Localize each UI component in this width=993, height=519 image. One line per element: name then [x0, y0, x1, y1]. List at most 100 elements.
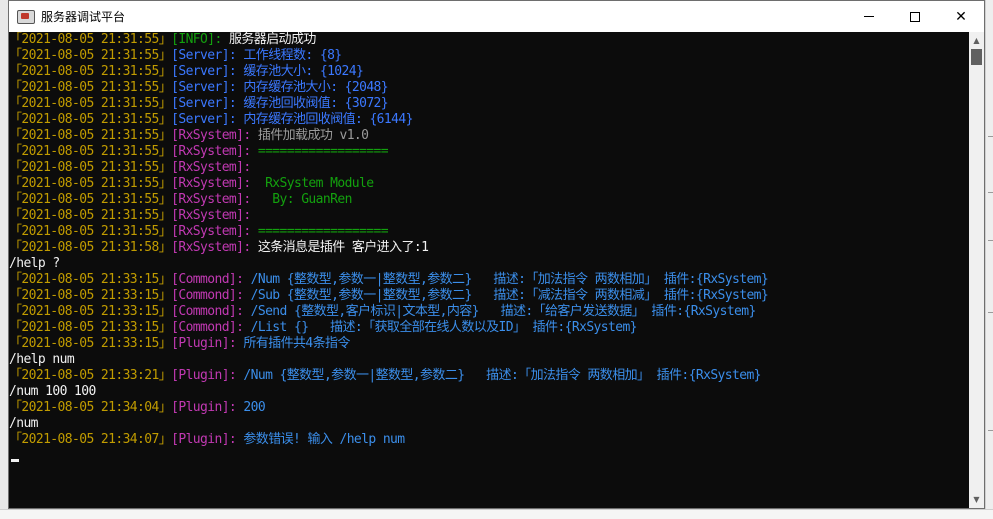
console-segment: 「2021-08-05 21:31:55」 — [9, 144, 172, 159]
console-line: /help num — [9, 352, 768, 368]
console-segment: 「2021-08-05 21:31:55」 — [9, 80, 172, 95]
console-segment: 「2021-08-05 21:33:15」 — [9, 288, 172, 303]
console-lines: 「2021-08-05 21:31:55」[INFO]: 服务器启动成功 「202… — [9, 32, 769, 448]
console-segment: /Num {整数型,参数一|整数型,参数二} 描述:「加法指令 两数相加」 插件… — [243, 368, 761, 383]
background-divider — [988, 430, 993, 431]
console-segment: [RxSystem]: — [171, 208, 258, 223]
console-segment: 内存缓存池大小: {2048} — [243, 80, 389, 95]
scroll-down-button[interactable]: ▼ — [969, 491, 984, 508]
console-line: 「2021-08-05 21:33:21」[Plugin]: /Num {整数型… — [9, 368, 768, 384]
console-segment: [RxSystem]: — [171, 192, 258, 207]
console-segment: /num 100 100 — [9, 384, 96, 399]
console-line: 「2021-08-05 21:31:55」[RxSystem]: =======… — [9, 224, 768, 240]
window-title: 服务器调试平台 — [41, 10, 126, 24]
console-segment: /Send {整数型,客户标识|文本型,内容} 描述:「给客户发送数据」 插件:… — [250, 304, 757, 319]
console-line: /help ? — [9, 256, 768, 272]
maximize-icon — [910, 11, 920, 22]
console-line: /num — [9, 416, 768, 432]
scroll-up-icon: ▲ — [973, 36, 980, 45]
console-line: 「2021-08-05 21:31:55」[RxSystem]: — [9, 160, 768, 176]
console-line: 「2021-08-05 21:31:55」[RxSystem]: By: Gua… — [9, 192, 768, 208]
console-segment: [Plugin]: — [171, 368, 244, 383]
console-segment: 参数错误! 输入 /help num — [243, 432, 405, 447]
maximize-button[interactable] — [892, 1, 938, 32]
console-segment: [Server]: — [171, 80, 244, 95]
console-line: 「2021-08-05 21:31:55」[Server]: 缓存池回收阀值: … — [9, 96, 768, 112]
console-segment: [Server]: — [171, 96, 244, 111]
vertical-scrollbar[interactable]: ▲ ▼ — [969, 32, 984, 508]
console-segment: 插件加载成功 v1.0 — [257, 128, 369, 143]
console-line: 「2021-08-05 21:31:55」[RxSystem]: =======… — [9, 144, 768, 160]
console-segment: [RxSystem]: — [171, 144, 258, 159]
minimize-button[interactable] — [846, 1, 892, 32]
console-segment: [RxSystem]: — [171, 176, 258, 191]
console-line: 「2021-08-05 21:34:04」[Plugin]: 200 — [9, 400, 768, 416]
console-segment: 「2021-08-05 21:33:15」 — [9, 272, 172, 287]
console-segment: 「2021-08-05 21:31:55」 — [9, 96, 172, 111]
console-segment: 「2021-08-05 21:34:04」 — [9, 400, 172, 415]
close-button[interactable]: ✕ — [938, 1, 984, 32]
console-segment: 「2021-08-05 21:33:15」 — [9, 304, 172, 319]
scrollbar-thumb[interactable] — [971, 49, 982, 65]
console-segment: 工作线程数: {8} — [243, 48, 342, 63]
console-segment: 「2021-08-05 21:31:55」 — [9, 208, 172, 223]
app-icon — [17, 9, 35, 24]
background-desktop-bottom — [0, 509, 993, 519]
background-desktop-right — [985, 0, 993, 519]
console-line: 「2021-08-05 21:31:55」[INFO]: 服务器启动成功 — [9, 32, 768, 48]
console-segment: [Plugin]: — [171, 400, 244, 415]
console-segment: [Server]: — [171, 48, 244, 63]
console-segment: ================== — [257, 144, 389, 159]
console-segment: 缓存池回收阀值: {3072} — [243, 96, 389, 111]
console-segment: [Plugin]: — [171, 432, 244, 447]
console-line: 「2021-08-05 21:33:15」[Commond]: /Num {整数… — [9, 272, 769, 288]
console-segment: [Commond]: — [171, 304, 251, 319]
console-segment: 「2021-08-05 21:31:55」 — [9, 112, 172, 127]
console-segment: ================== — [257, 224, 389, 239]
console-segment: [Commond]: — [171, 288, 251, 303]
console-segment: 「2021-08-05 21:31:55」 — [9, 192, 172, 207]
console-segment: [RxSystem]: — [171, 240, 258, 255]
console-line: 「2021-08-05 21:31:55」[RxSystem]: — [9, 208, 768, 224]
console-line: 「2021-08-05 21:31:55」[RxSystem]: RxSyste… — [9, 176, 768, 192]
window-controls: ✕ — [846, 1, 984, 32]
scroll-up-button[interactable]: ▲ — [969, 32, 984, 49]
console-output[interactable]: 「2021-08-05 21:31:55」[INFO]: 服务器启动成功 「202… — [9, 32, 969, 508]
scroll-down-icon: ▼ — [973, 495, 980, 504]
background-divider — [988, 240, 993, 241]
console-segment: /Sub {整数型,参数一|整数型,参数二} 描述:「减法指令 两数相减」 插件… — [250, 288, 769, 303]
console-segment: By: GuanRen — [257, 192, 352, 207]
console-segment: 缓存池大小: {1024} — [243, 64, 364, 79]
console-line: 「2021-08-05 21:33:15」[Commond]: /Sub {整数… — [9, 288, 769, 304]
console-segment: 「2021-08-05 21:33:21」 — [9, 368, 172, 383]
console-line: 「2021-08-05 21:31:55」[Server]: 缓存池大小: {1… — [9, 64, 768, 80]
console-segment: /num — [9, 416, 39, 431]
console-segment: 「2021-08-05 21:33:15」 — [9, 336, 172, 351]
close-icon: ✕ — [955, 8, 967, 25]
background-divider — [988, 312, 993, 313]
background-divider — [988, 136, 993, 137]
console-segment: /List {} 描述:「获取全部在线人数以及ID」 插件:{RxSystem} — [250, 320, 638, 335]
console-segment: /help num — [9, 352, 75, 367]
console-segment: [RxSystem]: — [171, 224, 258, 239]
title-bar[interactable]: 服务器调试平台 ✕ — [9, 1, 984, 32]
console-segment: 「2021-08-05 21:31:55」 — [9, 64, 172, 79]
console-segment: 「2021-08-05 21:31:55」 — [9, 160, 172, 175]
console-segment: [Commond]: — [171, 320, 251, 335]
console-line: /num 100 100 — [9, 384, 768, 400]
console-segment: [Commond]: — [171, 272, 251, 287]
minimize-icon — [864, 16, 874, 17]
background-divider — [988, 192, 993, 193]
console-segment: [INFO]: — [171, 32, 229, 47]
console-line: 「2021-08-05 21:33:15」[Commond]: /List {}… — [9, 320, 768, 336]
console-line: 「2021-08-05 21:31:58」[RxSystem]: 这条消息是插件… — [9, 240, 768, 256]
console-segment: 内存缓存池回收阀值: {6144} — [243, 112, 413, 127]
console-line: 「2021-08-05 21:33:15」[Commond]: /Send {整… — [9, 304, 768, 320]
console-segment: 「2021-08-05 21:31:55」 — [9, 176, 172, 191]
console-segment: 200 — [243, 400, 266, 415]
console-line: 「2021-08-05 21:31:55」[Server]: 内存缓存池大小: … — [9, 80, 768, 96]
console-segment: [Plugin]: — [171, 336, 244, 351]
text-cursor — [11, 459, 19, 462]
console-segment: 「2021-08-05 21:31:55」 — [9, 128, 172, 143]
console-line: 「2021-08-05 21:31:55」[Server]: 内存缓存池回收阀值… — [9, 112, 768, 128]
